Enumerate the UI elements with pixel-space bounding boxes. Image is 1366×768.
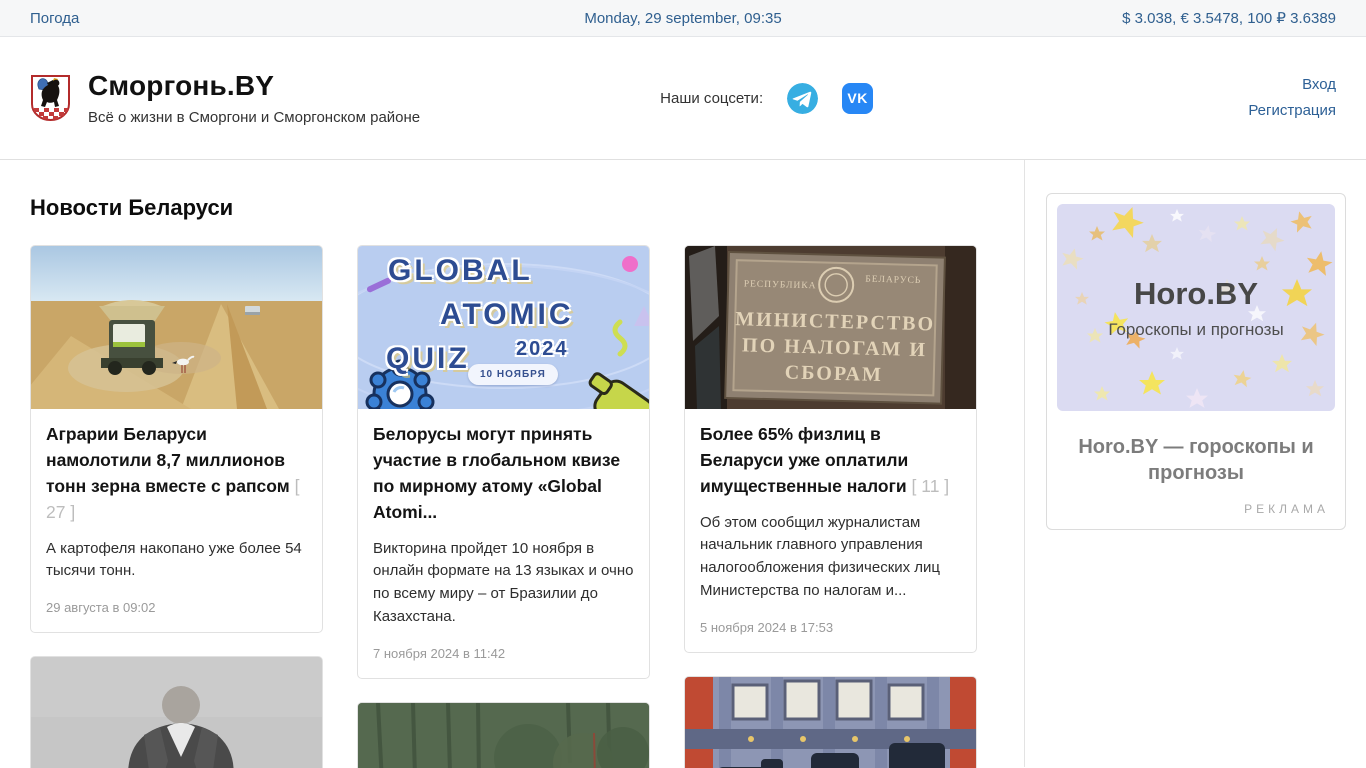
brand-block[interactable]: Сморгонь.BY Всё о жизни в Сморгони и Смо… [30,70,420,126]
news-card[interactable] [357,702,650,768]
main-content: Новости Беларуси [0,160,1024,767]
quiz-text-atomic: ATOMIC [440,298,574,332]
plaque-text-duties: СБОРАМ [785,362,884,387]
news-image-forest[interactable] [358,703,649,768]
section-title: Новости Беларуси [30,195,994,221]
site-tagline: Всё о жизни в Сморгони и Сморгонском рай… [88,109,420,126]
news-image-atomic-quiz[interactable]: GLOBAL ATOMIC QUIZ 2024 10 НОЯБРЯ [358,246,649,409]
quiz-text-year: 2024 [516,338,569,361]
news-excerpt: Об этом сообщил журналистам начальник гл… [700,512,961,603]
plaque-text-belarus: БЕЛАРУСЬ [865,275,921,286]
ad-card-horoby[interactable]: Horo.BY Гороскопы и прогнозы Horo.BY — г… [1046,193,1346,530]
weather-link[interactable]: Погода [30,10,79,27]
site-logo-coat-of-arms[interactable] [30,74,71,122]
plaque-text-republic: РЕСПУБЛИКА [744,279,817,291]
quiz-text-global: GLOBAL [388,254,533,288]
news-image-tv-cameras[interactable] [685,677,976,768]
news-image-harvester[interactable] [31,246,322,409]
brand-text: Сморгонь.BY Всё о жизни в Сморгони и Смо… [88,70,420,126]
site-title[interactable]: Сморгонь.BY [88,70,420,102]
news-card[interactable]: Аграрии Беларуси намолотили 8,7 миллионо… [30,245,323,633]
news-image-portrait[interactable] [31,657,322,768]
news-card[interactable]: РЕСПУБЛИКА БЕЛАРУСЬ МИНИСТЕРСТВО ПО НАЛО… [684,245,977,653]
news-image-tax-ministry[interactable]: РЕСПУБЛИКА БЕЛАРУСЬ МИНИСТЕРСТВО ПО НАЛО… [685,246,976,409]
ad-image-title: Horo.BY [1057,276,1335,312]
news-title[interactable]: Белорусы могут принять участие в глобаль… [373,422,634,526]
news-card[interactable] [684,676,977,768]
news-date: 5 ноября 2024 в 17:53 [700,620,961,635]
quiz-date-badge: 10 НОЯБРЯ [468,364,558,385]
telegram-icon[interactable] [787,83,818,114]
ad-image-horoby[interactable]: Horo.BY Гороскопы и прогнозы [1057,204,1335,411]
site-header: Сморгонь.BY Всё о жизни в Сморгони и Смо… [0,37,1366,160]
news-title[interactable]: Более 65% физлиц в Беларуси уже оплатили… [700,422,961,500]
ad-caption[interactable]: Horo.BY — гороскопы и прогнозы [1047,421,1345,494]
comment-count: [ 11 ] [912,476,950,496]
login-link[interactable]: Вход [1248,72,1336,98]
ad-label: РЕКЛАМА [1047,494,1345,529]
news-excerpt: А картофеля накопано уже более 54 тысячи… [46,538,307,584]
news-date: 29 августа в 09:02 [46,600,307,615]
socials-block: Наши соцсети: VK [660,83,873,114]
register-link[interactable]: Регистрация [1248,98,1336,124]
news-excerpt: Викторина пройдет 10 ноября в онлайн фор… [373,538,634,629]
ad-image-subtitle: Гороскопы и прогнозы [1057,320,1335,340]
sidebar: Horo.BY Гороскопы и прогнозы Horo.BY — г… [1024,160,1366,767]
top-info-bar: Погода Monday, 29 september, 09:35 $ 3.0… [0,0,1366,37]
news-title[interactable]: Аграрии Беларуси намолотили 8,7 миллионо… [46,422,307,526]
currency-rates: $ 3.038, € 3.5478, 100 ₽ 3.6389 [1122,9,1336,27]
news-card[interactable]: GLOBAL ATOMIC QUIZ 2024 10 НОЯБРЯ Белору… [357,245,650,679]
vk-icon[interactable]: VK [842,83,873,114]
datetime-text: Monday, 29 september, 09:35 [584,10,781,27]
news-card[interactable] [30,656,323,768]
auth-links: Вход Регистрация [1248,72,1336,125]
socials-label: Наши соцсети: [660,90,763,107]
news-date: 7 ноября 2024 в 11:42 [373,646,634,661]
quiz-text-quiz: QUIZ [386,342,470,376]
